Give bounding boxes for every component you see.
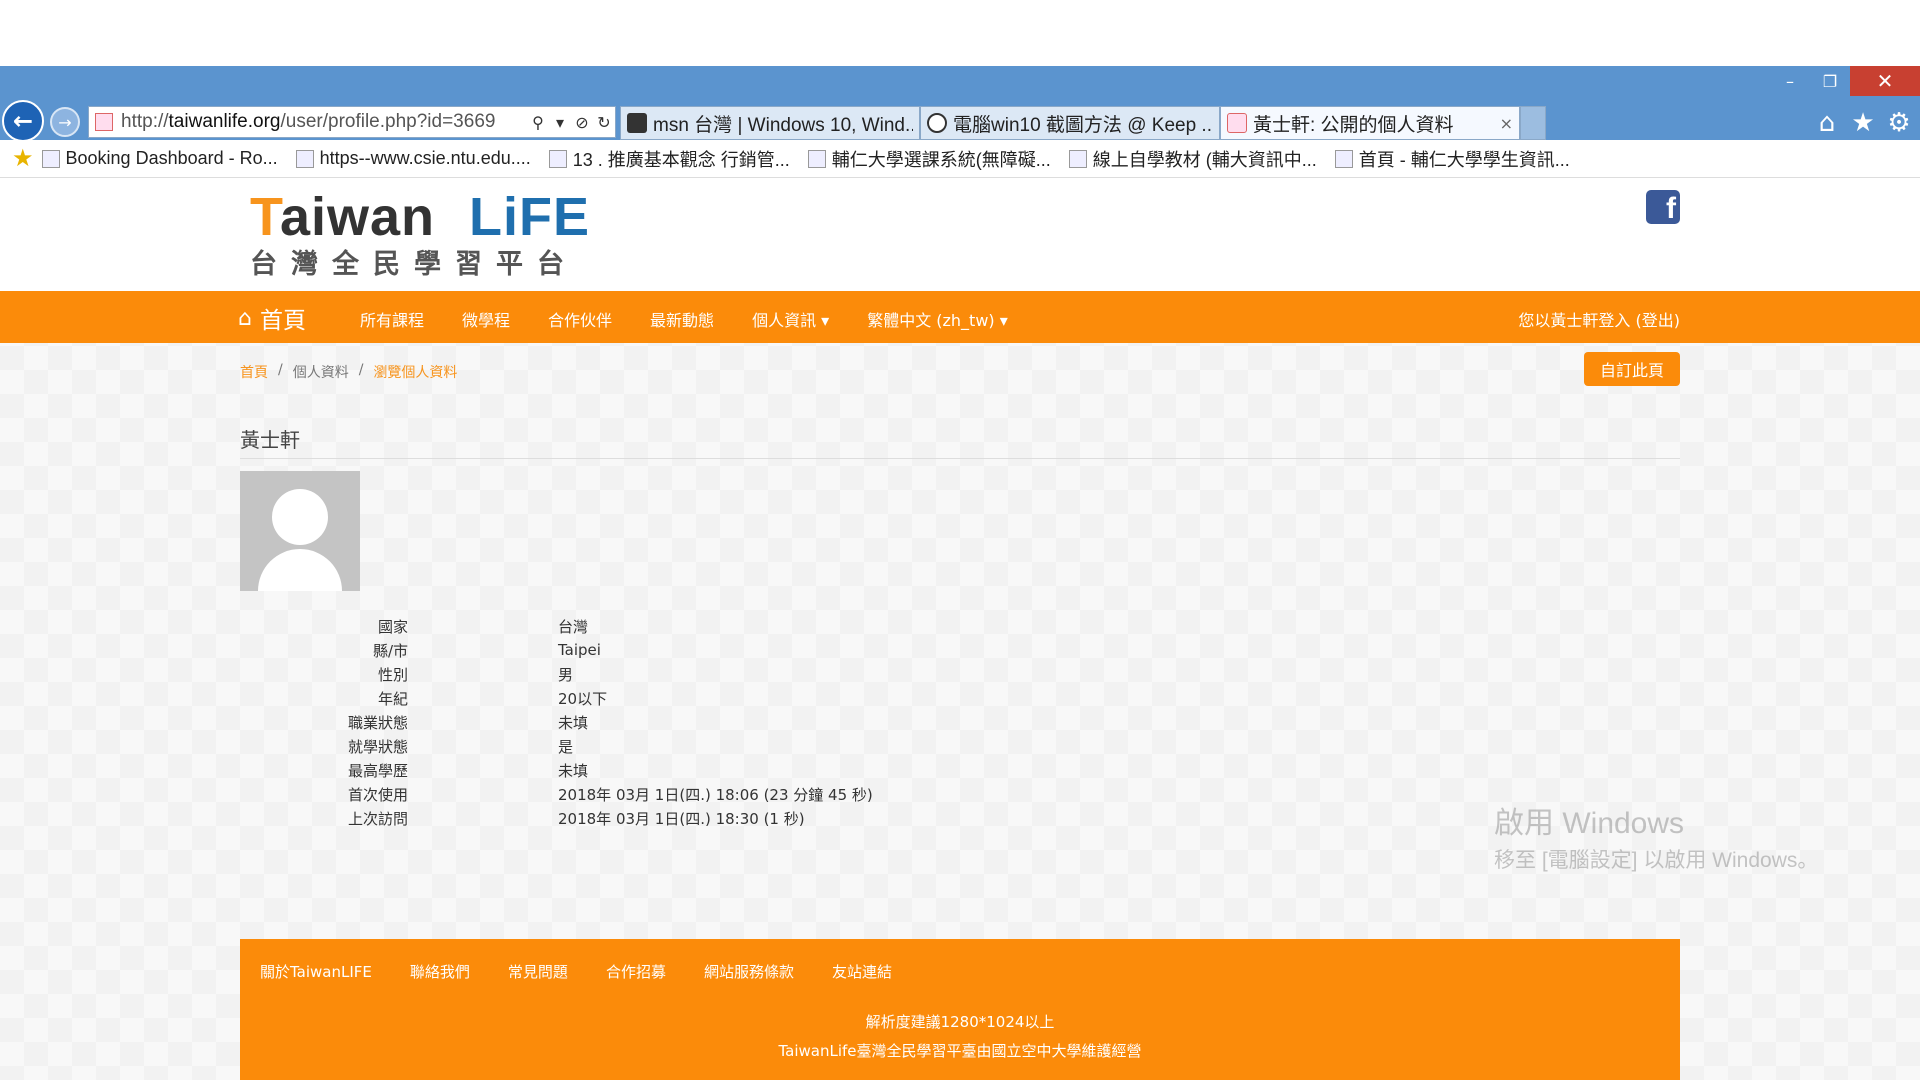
forward-button[interactable]: →: [50, 107, 80, 137]
breadcrumb-view-profile[interactable]: 瀏覽個人資料: [373, 362, 457, 382]
site-favicon: [95, 113, 113, 131]
new-tab-button[interactable]: [1520, 106, 1546, 140]
footer-link-contact[interactable]: 聯絡我們: [410, 961, 470, 982]
blog-icon: [927, 113, 947, 133]
tab-label: msn 台灣 | Windows 10, Wind...: [653, 114, 913, 136]
tab-strip: msn 台灣 | Windows 10, Wind... 電腦win10 截圖方…: [620, 106, 1546, 140]
restore-button[interactable]: ❐: [1810, 66, 1850, 96]
footer-link-recruit[interactable]: 合作招募: [606, 961, 666, 982]
favicon-icon: [295, 149, 314, 168]
detail-row: 職業狀態 未填: [347, 713, 589, 732]
favorite-item[interactable]: 13 . 推廣基本觀念 行銷管...: [548, 146, 790, 172]
detail-row: 最高學歷 未填: [347, 761, 589, 780]
detail-row: 上次訪問 2018年 03月 1日(四.) 18:30 (1 秒): [347, 809, 805, 828]
site-header: Taiwan LiFE 台灣全民學習平台 f: [0, 178, 1920, 291]
nav-home[interactable]: ⌂ 首頁: [238, 301, 306, 335]
customize-page-button[interactable]: 自訂此頁: [1584, 352, 1680, 386]
chevron-down-icon[interactable]: ▾: [549, 113, 571, 132]
site-favicon: [1227, 113, 1247, 133]
favorite-item[interactable]: 線上自學教材 (輔大資訊中...: [1068, 146, 1317, 172]
home-icon: ⌂: [238, 305, 252, 331]
detail-row: 國家 台灣: [377, 617, 589, 636]
footer-link-faq[interactable]: 常見問題: [508, 961, 568, 982]
footer-copyright: TaiwanLife臺灣全民學習平臺由國立空中大學維護經營: [778, 1042, 1142, 1060]
divider: [240, 458, 1680, 459]
browser-toolbar: ⌂ ★ ⚙: [1814, 108, 1912, 138]
address-bar[interactable]: http://taiwanlife.org/user/profile.php?i…: [88, 106, 616, 138]
nav-item-micro[interactable]: 微學程: [462, 307, 510, 331]
arrow-right-icon: →: [58, 112, 72, 132]
avatar: [240, 471, 360, 591]
favorites-bar: ★ Booking Dashboard - Ro... https--www.c…: [0, 140, 1920, 178]
stop-icon[interactable]: ⊘: [571, 113, 593, 132]
main-nav: ⌂ 首頁 所有課程 微學程 合作伙伴 最新動態 個人資訊 ▾ 繁體中文 (zh_…: [0, 291, 1920, 343]
detail-row: 年紀 20以下: [377, 689, 608, 708]
msn-icon: [627, 113, 647, 133]
gear-icon[interactable]: ⚙: [1886, 108, 1912, 138]
home-icon[interactable]: ⌂: [1814, 108, 1840, 138]
breadcrumb-profile: 個人資料: [292, 365, 349, 381]
ie-icon: [1068, 149, 1087, 168]
back-button[interactable]: ←: [2, 100, 44, 142]
footer-links: 關於TaiwanLIFE 聯絡我們 常見問題 合作招募 網站服務條款 友站連結: [260, 961, 930, 982]
breadcrumb: 首頁 / 個人資料 / 瀏覽個人資料: [240, 362, 458, 382]
breadcrumb-home[interactable]: 首頁: [240, 362, 268, 382]
minimize-button[interactable]: –: [1770, 66, 1810, 96]
footer-link-friends[interactable]: 友站連結: [832, 961, 892, 982]
favorite-item[interactable]: 輔仁大學選課系統(無障礙...: [807, 146, 1051, 172]
favicon-icon: [41, 149, 60, 168]
nav-item-language[interactable]: 繁體中文 (zh_tw) ▾: [867, 307, 1008, 331]
windows-activation-watermark: 啟用 Windows 移至 [電腦設定] 以啟用 Windows。: [1494, 807, 1819, 872]
web-page: Taiwan LiFE 台灣全民學習平台 f ⌂ 首頁 所有課程 微學程 合作伙伴…: [0, 178, 1920, 1080]
nav-item-personal[interactable]: 個人資訊 ▾: [752, 307, 829, 331]
nav-item-partners[interactable]: 合作伙伴: [548, 307, 612, 331]
detail-row: 性別男: [377, 665, 574, 684]
footer-resolution-note: 解析度建議1280*1024以上: [865, 1013, 1055, 1031]
favicon-icon: [807, 149, 826, 168]
tab-msn[interactable]: msn 台灣 | Windows 10, Wind...: [620, 106, 920, 140]
nav-item-news[interactable]: 最新動態: [650, 307, 714, 331]
favorite-item[interactable]: https--www.csie.ntu.edu....: [295, 148, 531, 169]
close-window-button[interactable]: ✕: [1850, 66, 1920, 96]
favicon-icon: [548, 149, 567, 168]
user-login-status[interactable]: 您以黃士軒登入 (登出): [1518, 307, 1680, 331]
site-footer: 關於TaiwanLIFE 聯絡我們 常見問題 合作招募 網站服務條款 友站連結 …: [240, 939, 1680, 1080]
search-icon[interactable]: ⚲: [527, 113, 549, 132]
address-url[interactable]: http://taiwanlife.org/user/profile.php?i…: [121, 111, 527, 133]
star-icon[interactable]: ★: [1850, 108, 1876, 138]
footer-link-terms[interactable]: 網站服務條款: [704, 961, 794, 982]
arrow-left-icon: ←: [12, 107, 34, 135]
tab-label: 電腦win10 截圖方法 @ Keep ...: [953, 114, 1213, 136]
favorite-item[interactable]: Booking Dashboard - Ro...: [41, 148, 278, 169]
window-controls: – ❐ ✕: [1770, 66, 1920, 96]
detail-row: 就學狀態是: [347, 737, 574, 756]
footer-link-about[interactable]: 關於TaiwanLIFE: [260, 961, 372, 982]
refresh-icon[interactable]: ↻: [593, 113, 615, 132]
detail-row: 首次使用 2018年 03月 1日(四.) 18:06 (23 分鐘 45 秒): [347, 785, 873, 804]
profile-details: 國家 台灣 縣/市 Taipei 性別男 年紀 20以下 職業狀態 未填 就學狀態是 最…: [240, 614, 873, 830]
tab-profile[interactable]: 黃士軒: 公開的個人資料 ×: [1220, 106, 1520, 140]
detail-row: 縣/市 Taipei: [372, 641, 601, 660]
page-title: 黃士軒: [240, 428, 300, 452]
nav-items: 所有課程 微學程 合作伙伴 最新動態 個人資訊 ▾ 繁體中文 (zh_tw) ▾: [360, 307, 1046, 331]
facebook-icon[interactable]: f: [1646, 190, 1680, 224]
close-tab-icon[interactable]: ×: [1500, 114, 1513, 133]
favorite-item[interactable]: 首頁 - 輔仁大學學生資訊...: [1334, 146, 1570, 172]
nav-item-courses[interactable]: 所有課程: [360, 307, 424, 331]
tab-keep[interactable]: 電腦win10 截圖方法 @ Keep ...: [920, 106, 1220, 140]
site-logo[interactable]: Taiwan LiFE 台灣全民學習平台: [250, 188, 600, 283]
tab-label: 黃士軒: 公開的個人資料: [1253, 114, 1454, 136]
ie-icon: [1334, 149, 1353, 168]
add-favorite-icon[interactable]: ★: [12, 144, 34, 173]
